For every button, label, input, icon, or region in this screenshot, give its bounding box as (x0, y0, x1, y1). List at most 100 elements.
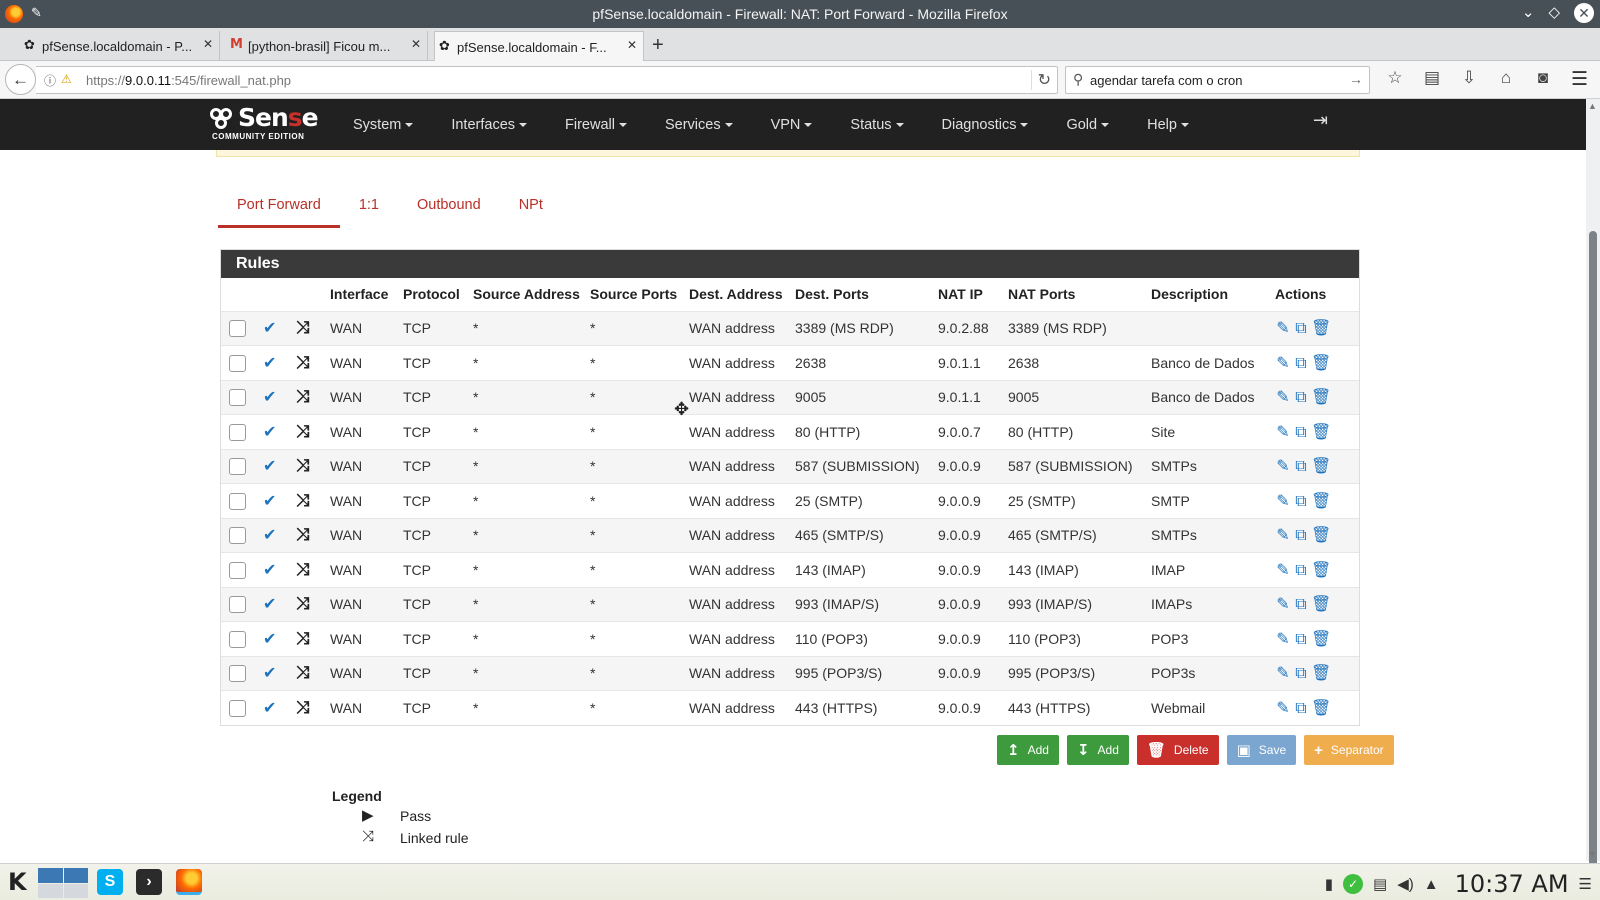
reload-icon[interactable]: ↻ (1030, 70, 1051, 90)
row-select-checkbox[interactable] (229, 665, 246, 683)
row-select-checkbox[interactable] (229, 561, 246, 579)
table-row[interactable]: ✔ ⤨ WAN TCP * * WAN address 995 (POP3/S) 9.0.0.9… (221, 655, 1359, 691)
copy-icon[interactable]: ⧉ (1293, 665, 1311, 683)
close-tab-icon[interactable]: ✕ (411, 37, 421, 51)
edit-pencil-icon[interactable]: ✎ (1275, 387, 1293, 407)
browser-tab[interactable]: ✿ pfSense.localdomain - P... ✕ (20, 31, 220, 61)
table-row[interactable]: ✔ ⤨ WAN TCP * * WAN address 143 (IMAP) 9.0.0.9 14… (221, 552, 1359, 587)
copy-icon[interactable]: ⧉ (1293, 596, 1311, 614)
home-icon[interactable]: ⌂ (1495, 68, 1517, 88)
menu-system[interactable]: System (334, 117, 432, 133)
row-select-checkbox[interactable] (229, 630, 246, 648)
battery-icon[interactable]: ▮ (1325, 875, 1333, 893)
menu-interfaces[interactable]: Interfaces (432, 117, 546, 133)
table-row[interactable]: ✔ ⤨ WAN TCP * * WAN address 110 (POP3) 9.0.0.9 11… (221, 621, 1359, 656)
url-bar[interactable]: ⓘ ⚠ https://9.0.0.11:545/firewall_nat.ph… (36, 66, 1058, 94)
delete-trash-icon[interactable]: 🗑 (1311, 663, 1331, 683)
table-row[interactable]: ✔ ⤨ WAN TCP * * WAN address 465 (SMTP/S) 9.0.0.9… (221, 517, 1359, 553)
table-row[interactable]: ✔ ⤨ WAN TCP * * WAN address 25 (SMTP) 9.0.0.9 25 … (221, 483, 1359, 518)
scroll-down-icon[interactable]: ▼ (1588, 849, 1597, 859)
close-window-icon[interactable]: ✕ (1574, 3, 1594, 23)
scroll-up-icon[interactable]: ▲ (1588, 101, 1597, 111)
tray-expand-icon[interactable]: ▲ (1424, 876, 1439, 893)
row-select-checkbox[interactable] (229, 527, 246, 545)
add-rule-bottom-button[interactable]: ↧ Add (1066, 735, 1129, 765)
row-select-checkbox[interactable] (229, 320, 246, 338)
url-text[interactable]: https://9.0.0.11:545/firewall_nat.php (86, 73, 291, 88)
search-go-icon[interactable]: → (1349, 71, 1363, 87)
delete-trash-icon[interactable]: 🗑 (1311, 698, 1331, 718)
kde-launcher-icon[interactable]: K (8, 868, 27, 896)
reader-list-icon[interactable]: ▤ (1421, 68, 1443, 88)
copy-icon[interactable]: ⧉ (1293, 493, 1311, 511)
close-tab-icon[interactable]: ✕ (627, 38, 637, 52)
volume-icon[interactable]: ◀) (1397, 875, 1414, 893)
search-input[interactable]: agendar tarefa com o cron (1090, 73, 1242, 88)
row-select-checkbox[interactable] (229, 596, 246, 614)
minimize-icon[interactable]: ⌄ (1522, 3, 1535, 23)
edit-pencil-icon[interactable]: ✎ (1275, 456, 1293, 476)
delete-trash-icon[interactable]: 🗑 (1311, 594, 1331, 614)
table-row[interactable]: ✔ ⤨ WAN TCP * * WAN address 587 (SUBMISSION) 9.0… (221, 448, 1359, 484)
row-select-checkbox[interactable] (229, 699, 246, 717)
browser-tab-active[interactable]: ✿ pfSense.localdomain - F... ✕ (434, 31, 644, 62)
search-bar[interactable]: ⚲ agendar tarefa com o cron → (1065, 66, 1370, 94)
firefox-taskbar-icon[interactable] (176, 869, 202, 895)
row-select-checkbox[interactable] (229, 458, 246, 476)
close-tab-icon[interactable]: ✕ (203, 37, 213, 51)
menu-help[interactable]: Help (1128, 117, 1208, 133)
delete-trash-icon[interactable]: 🗑 (1311, 491, 1331, 511)
row-select-checkbox[interactable] (229, 423, 246, 441)
menu-firewall[interactable]: Firewall (546, 117, 646, 133)
menu-services[interactable]: Services (646, 117, 752, 133)
terminal-icon[interactable]: › (136, 869, 162, 895)
info-icon[interactable]: ⓘ (44, 72, 56, 89)
edit-pencil-icon[interactable]: ✎ (1275, 629, 1293, 649)
table-row[interactable]: ✔ ⤨ WAN TCP * * WAN address 9005 9.0.1.1 9005 Banc… (221, 379, 1359, 415)
menu-diagnostics[interactable]: Diagnostics (923, 117, 1048, 133)
tab-one-to-one[interactable]: 1:1 (340, 186, 398, 228)
edit-pencil-icon[interactable]: ✎ (1275, 663, 1293, 683)
browser-tab[interactable]: M [python-brasil] Ficou m... ✕ (226, 31, 428, 61)
clock[interactable]: 10:37 AM (1455, 870, 1569, 898)
menu-gold[interactable]: Gold (1047, 117, 1128, 133)
copy-icon[interactable]: ⧉ (1293, 458, 1311, 476)
edit-pencil-icon[interactable]: ✎ (1275, 560, 1293, 580)
skype-icon[interactable]: S (97, 869, 123, 895)
add-rule-top-button[interactable]: ↥ Add (997, 735, 1059, 765)
delete-trash-icon[interactable]: 🗑 (1311, 387, 1331, 407)
delete-trash-icon[interactable]: 🗑 (1311, 525, 1331, 545)
maximize-icon[interactable]: ◇ (1548, 3, 1560, 23)
delete-trash-icon[interactable]: 🗑 (1311, 629, 1331, 649)
tab-npt[interactable]: NPt (500, 186, 562, 228)
pocket-icon[interactable]: ◙ (1532, 68, 1554, 88)
insecure-lock-icon[interactable]: ⚠ (61, 72, 72, 86)
edit-pencil-icon[interactable]: ✎ (1275, 491, 1293, 511)
delete-button[interactable]: 🗑 Delete (1136, 735, 1219, 765)
copy-icon[interactable]: ⧉ (1293, 320, 1311, 338)
copy-icon[interactable]: ⧉ (1293, 389, 1311, 407)
delete-trash-icon[interactable]: 🗑 (1311, 456, 1331, 476)
menu-vpn[interactable]: VPN (752, 117, 832, 133)
security-shield-icon[interactable]: ✓ (1343, 874, 1364, 894)
copy-icon[interactable]: ⧉ (1293, 424, 1311, 442)
table-row[interactable]: ✔ ⤨ WAN TCP * * WAN address 993 (IMAP/S) 9.0.0.9… (221, 586, 1359, 622)
delete-trash-icon[interactable]: 🗑 (1311, 422, 1331, 442)
tab-outbound[interactable]: Outbound (398, 186, 500, 228)
menu-status[interactable]: Status (831, 117, 922, 133)
logout-icon[interactable]: ⇥ (1313, 110, 1328, 131)
table-row[interactable]: ✔ ⤨ WAN TCP * * WAN address 3389 (MS RDP) 9.0.2.… (221, 310, 1359, 346)
row-select-checkbox[interactable] (229, 354, 246, 372)
edit-pencil-icon[interactable]: ✎ (1275, 594, 1293, 614)
copy-icon[interactable]: ⧉ (1293, 562, 1311, 580)
edit-pencil-icon[interactable]: ✎ (1275, 353, 1293, 373)
hamburger-menu-icon[interactable]: ☰ (1571, 68, 1588, 91)
separator-button[interactable]: + Separator (1304, 735, 1394, 765)
desktop-pager[interactable] (38, 868, 88, 898)
edit-pencil-icon[interactable]: ✎ (1275, 698, 1293, 718)
scrollbar-thumb[interactable] (1589, 231, 1597, 881)
edit-pencil-icon[interactable]: ✎ (1275, 318, 1293, 338)
tab-port-forward[interactable]: Port Forward (218, 186, 340, 228)
download-icon[interactable]: ⇩ (1458, 68, 1480, 88)
table-row[interactable]: ✔ ⤨ WAN TCP * * WAN address 2638 9.0.1.1 2638 Banc… (221, 345, 1359, 380)
